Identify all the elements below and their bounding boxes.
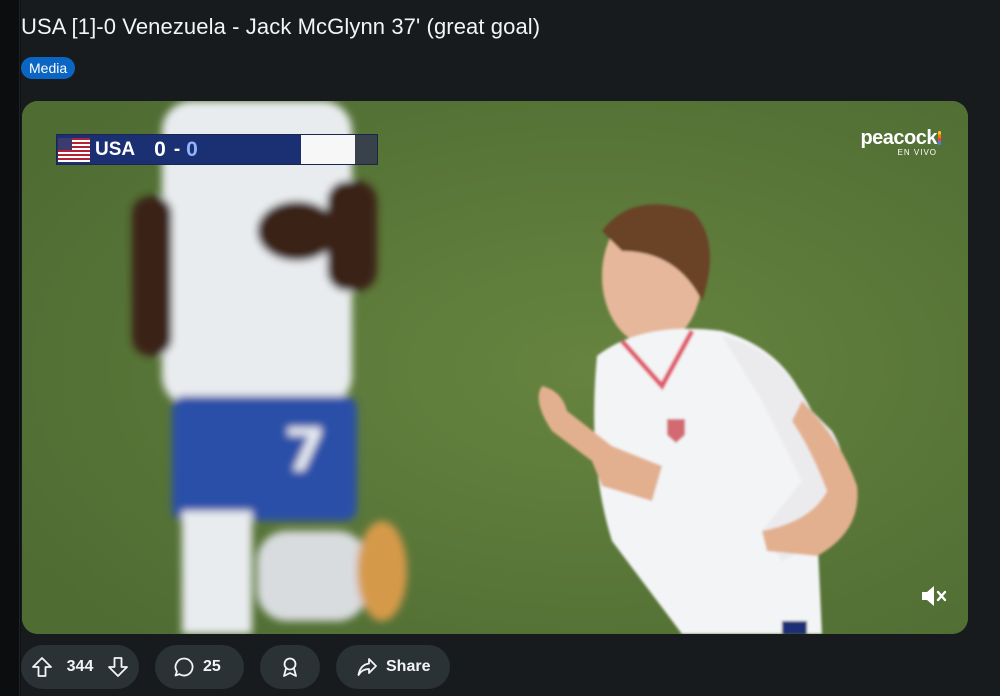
scorebug: USA 0 - 0 [56,134,378,165]
comments-button[interactable]: 25 [155,645,244,689]
left-rail [0,0,20,696]
broadcaster-subtitle: EN VIVO [897,148,937,157]
video-frame-image: 7 [22,101,968,634]
arrow-up-icon [32,657,52,677]
peacock-dots-icon [938,131,941,145]
arrow-down-icon [108,657,128,677]
share-button[interactable]: Share [336,645,450,689]
broadcaster-name: peacock [860,127,937,149]
share-arrow-icon [356,656,378,678]
scorebug-away-score: 0 [186,137,198,161]
scorebug-separator: - [173,138,181,160]
scorebug-home-score: 0 [154,137,166,161]
video-player[interactable]: 7 USA 0 - 0 peacock EN VIVO [22,101,968,634]
post-title[interactable]: USA [1]-0 Venezuela - Jack McGlynn 37' (… [21,14,540,40]
downvote-button[interactable] [107,656,129,678]
broadcaster-logo: peacock EN VIVO [860,128,941,158]
scorebug-clock-panel [355,135,377,164]
share-label: Share [386,658,431,675]
comments-count: 25 [203,658,221,675]
speech-bubble-icon [173,656,195,678]
svg-text:7: 7 [284,416,326,486]
scorebug-opponent-panel [301,135,355,164]
award-button[interactable] [260,645,320,689]
vote-control: 344 [21,645,139,689]
us-flag-icon [58,137,90,162]
vote-score: 344 [66,658,94,675]
upvote-button[interactable] [31,656,53,678]
scorebug-team: USA [95,138,136,160]
post-action-bar: 344 25 Share [21,645,450,689]
mute-button[interactable] [920,584,952,614]
award-ribbon-icon [279,656,301,678]
post-flair[interactable]: Media [21,57,76,79]
